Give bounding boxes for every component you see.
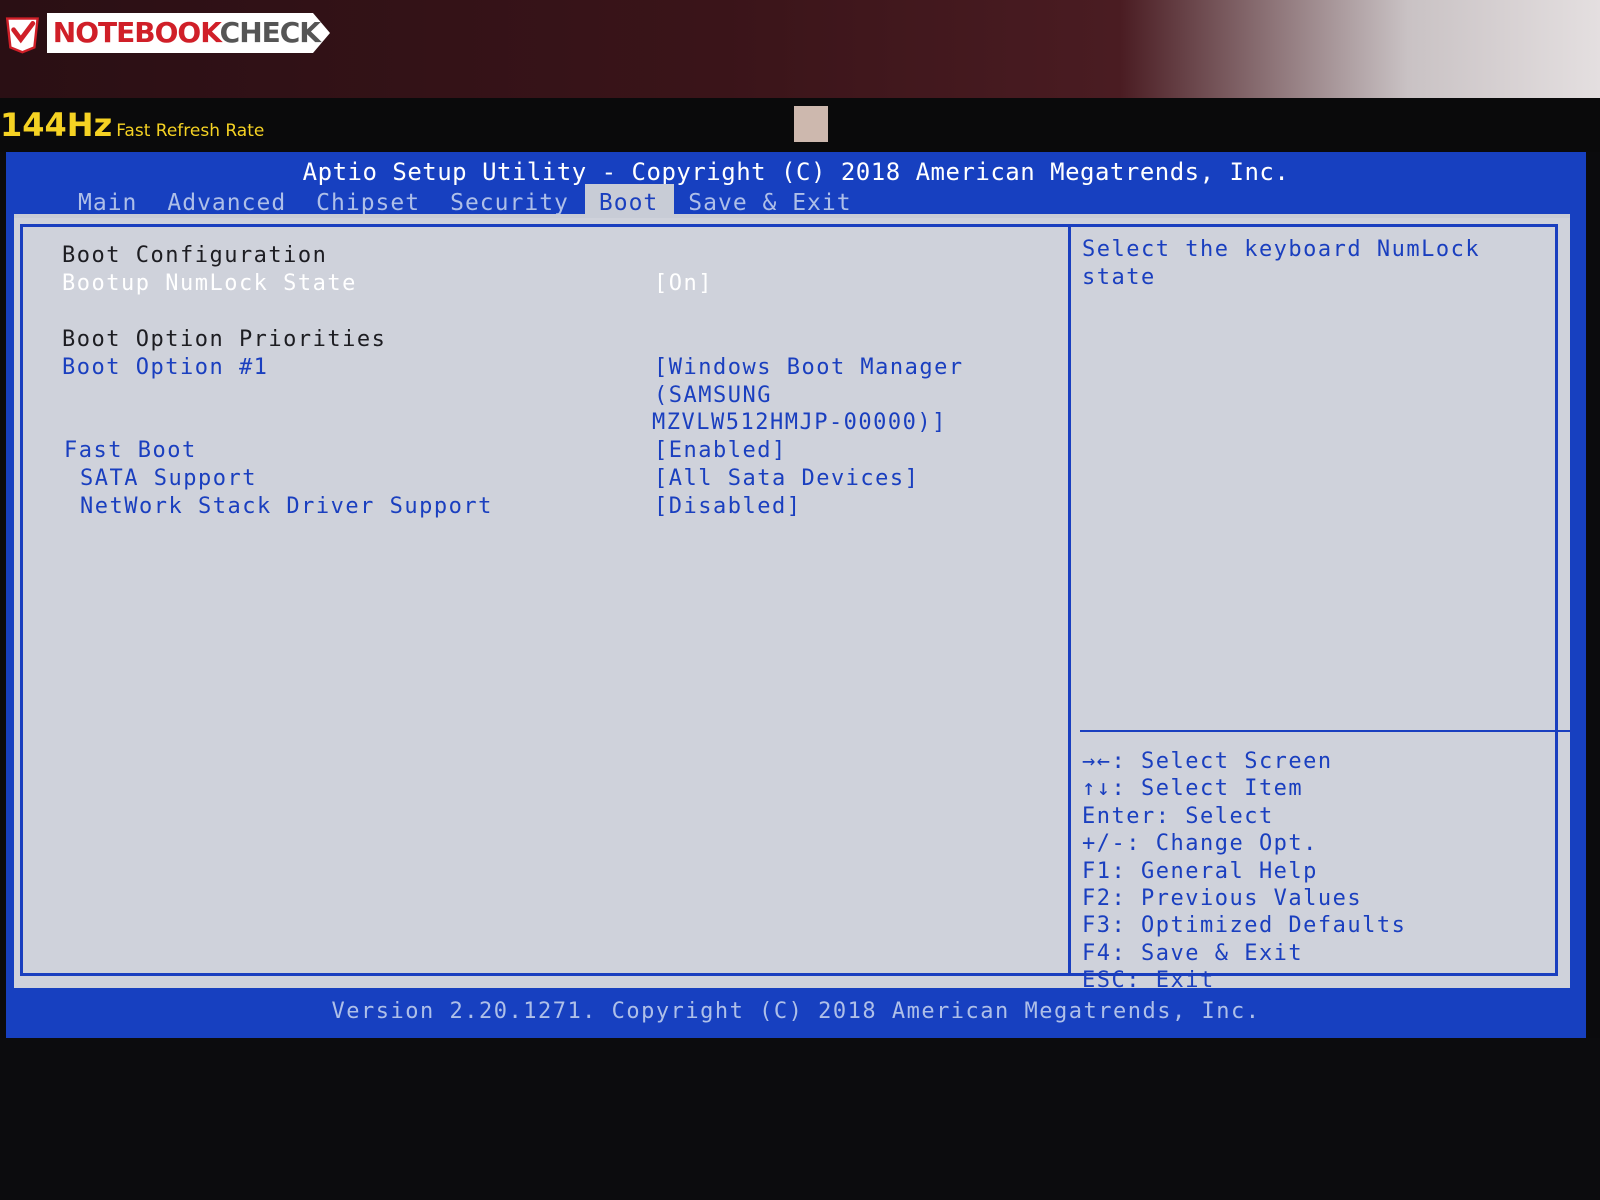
network-stack-label[interactable]: NetWork Stack Driver Support [80,493,493,521]
bios-footer-version: Version 2.20.1271. Copyright (C) 2018 Am… [331,999,1261,1024]
fast-boot-label[interactable]: Fast Boot [64,437,197,465]
key-help-change-opt: +/-: Change Opt. [1082,831,1318,857]
refresh-rate-sticker: 144Hz Fast Refresh Rate [0,106,265,144]
key-help-f2: F2: Previous Values [1082,886,1363,912]
keyhelp-divider [1080,730,1572,732]
boot-option-1-value-line2[interactable]: (SAMSUNG [654,382,772,410]
notebookcheck-watermark: NOTEBOOKCHECK [4,2,330,64]
key-help-esc: ESC: Exit [1082,968,1215,994]
key-help-enter: Enter: Select [1082,803,1274,829]
key-help-select-screen: →←: Select Screen [1082,749,1333,774]
bios-screen: Aptio Setup Utility - Copyright (C) 2018… [6,152,1586,1038]
network-stack-value[interactable]: [Disabled] [654,493,801,521]
key-help-select-item: ↑↓: Select Item [1082,776,1304,802]
key-help-f1: F1: General Help [1082,858,1318,884]
numlock-state-label[interactable]: Bootup NumLock State [62,270,357,298]
sata-support-value[interactable]: [All Sata Devices] [654,465,919,493]
screen-bezel-bottom [0,1038,1600,1200]
boot-option-1-value-line3[interactable]: MZVLW512HMJP-00000)] [652,409,947,437]
numlock-state-value[interactable]: [On] [654,270,713,298]
sata-support-label[interactable]: SATA Support [80,465,257,493]
bios-content-panel: Boot Configuration Bootup NumLock State … [14,214,1572,993]
key-help-f3: F3: Optimized Defaults [1082,913,1407,939]
key-help-f4: F4: Save & Exit [1082,940,1304,966]
watermark-text: NOTEBOOKCHECK [46,13,330,53]
section-boot-option-priorities: Boot Option Priorities [62,327,387,352]
help-divider [1068,226,1071,974]
checkmark-logo-icon [5,17,39,54]
boot-option-1-value[interactable]: [Windows Boot Manager [654,354,964,382]
section-boot-configuration: Boot Configuration [62,243,328,268]
bios-title: Aptio Setup Utility - Copyright (C) 2018… [302,158,1290,186]
key-help-list: →←: Select Screen ↑↓: Select Item Enter:… [1082,748,1406,995]
boot-option-1-label[interactable]: Boot Option #1 [62,354,268,382]
fast-boot-value[interactable]: [Enabled] [654,437,787,465]
webcam-cover [794,106,828,142]
item-help-text: Select the keyboard NumLock state [1082,237,1495,290]
